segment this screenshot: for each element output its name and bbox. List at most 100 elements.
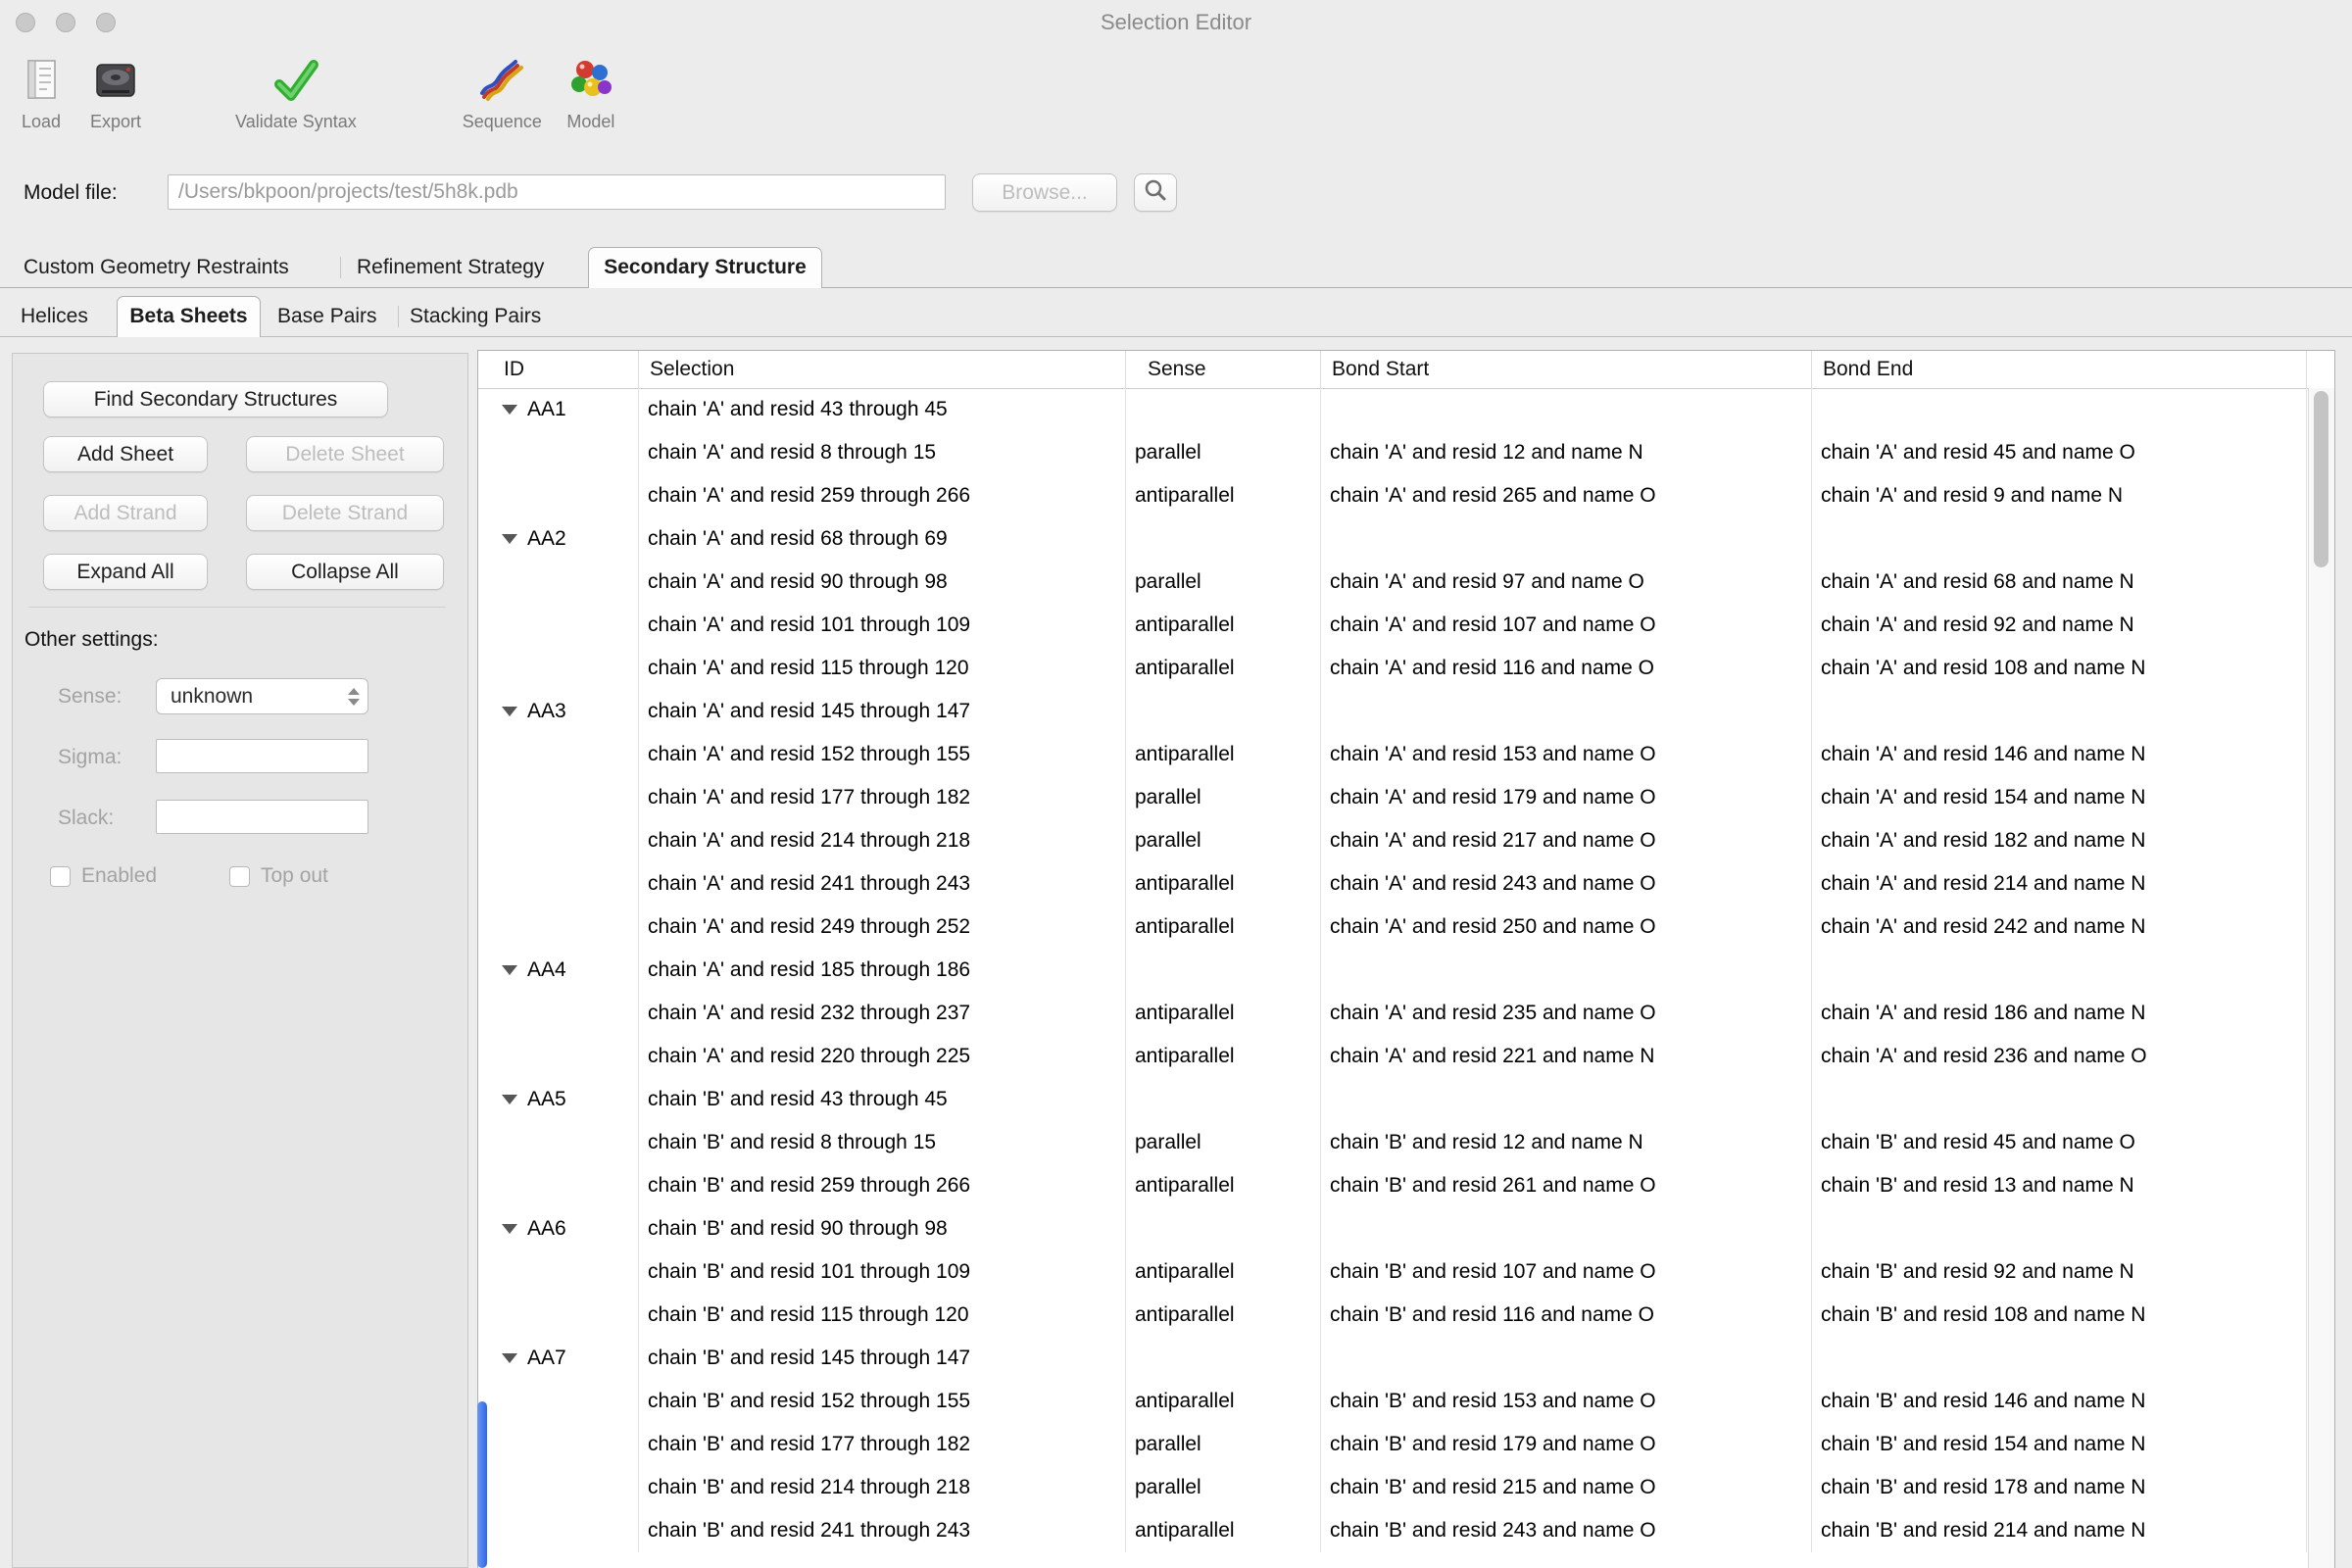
sheet-id: AA1: [527, 388, 566, 431]
scrollbar-thumb[interactable]: [2314, 391, 2328, 567]
disclosure-triangle-icon[interactable]: [502, 534, 517, 544]
add-sheet-button[interactable]: Add Sheet: [43, 436, 208, 472]
disclosure-triangle-icon[interactable]: [502, 405, 517, 415]
column-header-id[interactable]: ID: [478, 351, 639, 388]
table-row[interactable]: chain 'B' and resid 177 through 182 para…: [478, 1423, 2308, 1466]
table-row[interactable]: chain 'B' and resid 101 through 109 anti…: [478, 1250, 2308, 1294]
column-header-bond-start[interactable]: Bond Start: [1321, 351, 1812, 388]
table-row[interactable]: chain 'A' and resid 241 through 243 anti…: [478, 862, 2308, 906]
table-row[interactable]: AA2 chain 'A' and resid 68 through 69: [478, 517, 2308, 561]
cell-bond-end: chain 'A' and resid 108 and name N: [1812, 647, 2307, 690]
top-out-checkbox[interactable]: Top out: [229, 864, 328, 888]
cell-id: [478, 647, 639, 690]
cell-sense: [1126, 1078, 1321, 1121]
checkbox-box: [50, 866, 71, 887]
cell-id: [478, 733, 639, 776]
disclosure-triangle-icon[interactable]: [502, 707, 517, 716]
table-row[interactable]: chain 'B' and resid 115 through 120 anti…: [478, 1294, 2308, 1337]
cell-id: AA7: [478, 1337, 639, 1380]
cell-bond-end: chain 'A' and resid 236 and name O: [1812, 1035, 2307, 1078]
delete-sheet-button[interactable]: Delete Sheet: [246, 436, 444, 472]
table-row[interactable]: AA4 chain 'A' and resid 185 through 186: [478, 949, 2308, 992]
sense-selected-value: unknown: [171, 685, 253, 709]
column-header-selection[interactable]: Selection: [639, 351, 1126, 388]
tab-custom-geometry-restraints[interactable]: Custom Geometry Restraints: [24, 247, 289, 288]
table-row[interactable]: chain 'A' and resid 232 through 237 anti…: [478, 992, 2308, 1035]
cell-bond-end: chain 'A' and resid 182 and name N: [1812, 819, 2307, 862]
table-header: ID Selection Sense Bond Start Bond End: [478, 351, 2334, 389]
table-row[interactable]: chain 'A' and resid 177 through 182 para…: [478, 776, 2308, 819]
load-button[interactable]: Load: [16, 53, 67, 132]
delete-strand-button[interactable]: Delete Strand: [246, 495, 444, 531]
collapse-all-button[interactable]: Collapse All: [246, 554, 444, 590]
table-row[interactable]: chain 'A' and resid 8 through 15 paralle…: [478, 431, 2308, 474]
cell-bond-end: [1812, 517, 2307, 561]
cell-selection: chain 'A' and resid 232 through 237: [639, 992, 1126, 1035]
table-row[interactable]: chain 'A' and resid 220 through 225 anti…: [478, 1035, 2308, 1078]
subtab-base-pairs[interactable]: Base Pairs: [277, 296, 377, 337]
checkbox-box: [229, 866, 250, 887]
sigma-field[interactable]: [156, 739, 368, 773]
tab-secondary-structure[interactable]: Secondary Structure: [588, 247, 822, 288]
validate-syntax-button[interactable]: Validate Syntax: [235, 53, 357, 132]
subtab-beta-sheets[interactable]: Beta Sheets: [117, 296, 261, 337]
divider: [28, 607, 446, 608]
expand-all-button[interactable]: Expand All: [43, 554, 208, 590]
sense-dropdown[interactable]: unknown: [156, 678, 368, 714]
cell-id: [478, 862, 639, 906]
sequence-button[interactable]: Sequence: [463, 53, 542, 132]
table-row[interactable]: chain 'A' and resid 90 through 98 parall…: [478, 561, 2308, 604]
cell-bond-end: chain 'A' and resid 242 and name N: [1812, 906, 2307, 949]
column-header-sense[interactable]: Sense: [1126, 351, 1321, 388]
table-row[interactable]: AA6 chain 'B' and resid 90 through 98: [478, 1207, 2308, 1250]
disclosure-triangle-icon[interactable]: [502, 1224, 517, 1234]
model-button[interactable]: Model: [565, 53, 616, 132]
export-button[interactable]: Export: [90, 53, 141, 132]
subtab-helices[interactable]: Helices: [21, 296, 88, 337]
disclosure-triangle-icon[interactable]: [502, 1095, 517, 1104]
validate-syntax-label: Validate Syntax: [235, 112, 357, 132]
add-strand-button[interactable]: Add Strand: [43, 495, 208, 531]
table-row[interactable]: chain 'A' and resid 152 through 155 anti…: [478, 733, 2308, 776]
table-row[interactable]: AA5 chain 'B' and resid 43 through 45: [478, 1078, 2308, 1121]
cell-bond-end: [1812, 1337, 2307, 1380]
table-row[interactable]: AA1 chain 'A' and resid 43 through 45: [478, 388, 2308, 431]
tab-refinement-strategy[interactable]: Refinement Strategy: [357, 247, 544, 288]
table-row[interactable]: chain 'A' and resid 214 through 218 para…: [478, 819, 2308, 862]
vertical-scrollbar[interactable]: [2308, 388, 2334, 1568]
column-header-bond-end[interactable]: Bond End: [1812, 351, 2307, 388]
table-row[interactable]: chain 'A' and resid 115 through 120 anti…: [478, 647, 2308, 690]
cell-id: AA3: [478, 690, 639, 733]
search-button[interactable]: [1134, 173, 1177, 212]
cell-bond-end: chain 'B' and resid 154 and name N: [1812, 1423, 2307, 1466]
cell-sense: antiparallel: [1126, 474, 1321, 517]
table-row[interactable]: chain 'A' and resid 249 through 252 anti…: [478, 906, 2308, 949]
subtab-stacking-pairs[interactable]: Stacking Pairs: [410, 296, 541, 337]
browse-button[interactable]: Browse...: [972, 173, 1117, 212]
table-row[interactable]: chain 'B' and resid 152 through 155 anti…: [478, 1380, 2308, 1423]
cell-bond-start: [1321, 1078, 1812, 1121]
enabled-checkbox[interactable]: Enabled: [50, 864, 157, 888]
table-row[interactable]: chain 'B' and resid 259 through 266 anti…: [478, 1164, 2308, 1207]
table-row[interactable]: chain 'B' and resid 214 through 218 para…: [478, 1466, 2308, 1509]
model-file-input[interactable]: [168, 174, 946, 210]
table-row[interactable]: AA3 chain 'A' and resid 145 through 147: [478, 690, 2308, 733]
find-secondary-structures-button[interactable]: Find Secondary Structures: [43, 381, 388, 417]
chevron-up-down-icon: [348, 688, 360, 706]
cell-selection: chain 'B' and resid 43 through 45: [639, 1078, 1126, 1121]
table-row[interactable]: chain 'A' and resid 101 through 109 anti…: [478, 604, 2308, 647]
disclosure-triangle-icon[interactable]: [502, 965, 517, 975]
table-row[interactable]: chain 'B' and resid 8 through 15 paralle…: [478, 1121, 2308, 1164]
table-row[interactable]: chain 'B' and resid 241 through 243 anti…: [478, 1509, 2308, 1552]
slack-field[interactable]: [156, 800, 368, 834]
sigma-label: Sigma:: [58, 746, 122, 769]
cell-bond-start: chain 'A' and resid 107 and name O: [1321, 604, 1812, 647]
disclosure-triangle-icon[interactable]: [502, 1353, 517, 1363]
sheet-id: AA3: [527, 690, 566, 733]
cell-selection: chain 'B' and resid 177 through 182: [639, 1423, 1126, 1466]
cell-bond-end: [1812, 388, 2307, 431]
load-icon: [16, 53, 67, 110]
table-row[interactable]: AA7 chain 'B' and resid 145 through 147: [478, 1337, 2308, 1380]
cell-sense: [1126, 517, 1321, 561]
table-row[interactable]: chain 'A' and resid 259 through 266 anti…: [478, 474, 2308, 517]
